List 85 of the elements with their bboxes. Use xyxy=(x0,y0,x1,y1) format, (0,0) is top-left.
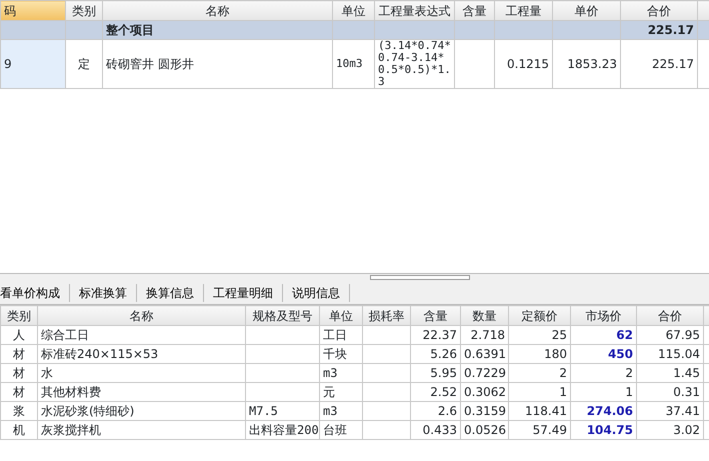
table-cell: 0.31 xyxy=(673,385,700,399)
table-cell: 浆 xyxy=(13,404,25,418)
tab[interactable]: 说明信息 xyxy=(283,284,350,302)
table-cell: 材 xyxy=(13,366,25,380)
column-header[interactable]: 合价 xyxy=(620,0,698,20)
table-cell: (3.14*0.74*0.74-3.14*0.5*0.5)*1.3 xyxy=(378,40,451,88)
table-cell: 水泥砂浆(特细砂) xyxy=(41,404,134,418)
table-cell: 千块 xyxy=(323,347,347,361)
column-header[interactable]: 规格及型号 xyxy=(246,306,320,326)
tab[interactable]: 标准换算 xyxy=(70,284,137,302)
table-cell: 0.3062 xyxy=(464,385,506,399)
column-header[interactable]: 含量 xyxy=(410,306,460,326)
column-header[interactable]: 单位 xyxy=(320,306,362,326)
column-header[interactable]: 名称 xyxy=(102,0,332,20)
table-cell: 37.41 xyxy=(666,404,700,418)
table-cell: m3 xyxy=(323,366,338,380)
table-cell: 2.52 xyxy=(430,385,457,399)
table-cell: 标准砖240×115×53 xyxy=(41,347,158,361)
table-cell: 其他材料费 xyxy=(41,385,101,399)
table-cell: 3.02 xyxy=(673,423,700,437)
column-header[interactable]: 合价 xyxy=(636,306,704,326)
column-header[interactable]: 码 xyxy=(0,0,66,20)
tab[interactable]: 看单价构成 xyxy=(0,284,70,302)
table-cell: m3 xyxy=(323,404,338,418)
table-cell: 274.06 xyxy=(586,404,633,418)
column-header[interactable]: 名称 xyxy=(38,306,246,326)
table-cell: 0.1215 xyxy=(507,57,549,71)
table-cell: 工日 xyxy=(323,328,347,342)
table-cell: 2.718 xyxy=(470,328,505,342)
column-header[interactable]: 单价 xyxy=(552,0,620,20)
table-cell: 104.75 xyxy=(586,423,633,437)
table-cell: 出料容量200 xyxy=(249,423,318,437)
table-cell: 砖砌窨井 圆形井 xyxy=(106,57,194,71)
tab[interactable]: 换算信息 xyxy=(137,284,204,302)
column-header[interactable]: 类别 xyxy=(0,306,38,326)
group-title: 整个项目 xyxy=(106,23,154,37)
table-cell: 2 xyxy=(625,366,633,380)
column-header[interactable]: 工程量 xyxy=(494,0,552,20)
table-cell: 9 xyxy=(4,57,12,71)
column-header[interactable]: 定额价 xyxy=(508,306,570,326)
column-header[interactable]: 单位 xyxy=(332,0,374,20)
table-cell: 1 xyxy=(559,385,567,399)
table-cell: M7.5 xyxy=(249,404,278,418)
table-cell: 定 xyxy=(78,57,90,71)
table-cell: 1853.23 xyxy=(567,57,617,71)
table-cell: 180 xyxy=(544,347,567,361)
column-header[interactable]: 数量 xyxy=(460,306,508,326)
table-cell: 0.3159 xyxy=(464,404,506,418)
column-header[interactable]: 工程量表达式 xyxy=(374,0,454,20)
table-cell: 2 xyxy=(559,366,567,380)
table-cell: 25 xyxy=(552,328,567,342)
table-cell: 台班 xyxy=(323,423,347,437)
table-cell: 0.7229 xyxy=(464,366,506,380)
column-header[interactable]: 损耗率 xyxy=(362,306,410,326)
table-cell: 22.37 xyxy=(422,328,457,342)
tab[interactable]: 工程量明细 xyxy=(204,284,283,302)
table-cell: 5.95 xyxy=(430,366,457,380)
table-cell: 115.04 xyxy=(658,347,700,361)
table-cell: 225.17 xyxy=(652,57,694,71)
splitter-handle[interactable] xyxy=(370,275,470,280)
table-cell: 118.41 xyxy=(525,404,567,418)
table-cell: 0.433 xyxy=(422,423,457,437)
table-cell: 机 xyxy=(13,423,25,437)
table-cell: 人 xyxy=(13,328,25,342)
column-header[interactable]: 含量 xyxy=(454,0,494,20)
table-cell: 元 xyxy=(323,385,335,399)
group-title: 225.17 xyxy=(648,23,694,37)
table-cell: 材 xyxy=(13,347,25,361)
table-cell: 综合工日 xyxy=(41,328,89,342)
column-header[interactable]: 市场价 xyxy=(570,306,636,326)
table-cell: 1 xyxy=(625,385,633,399)
table-cell: 材 xyxy=(13,385,25,399)
table-cell: 5.26 xyxy=(430,347,457,361)
table-cell: 450 xyxy=(608,347,633,361)
column-header[interactable]: 类别 xyxy=(66,0,102,20)
table-cell: 水 xyxy=(41,366,53,380)
table-cell: 0.6391 xyxy=(464,347,506,361)
table-cell: 10m3 xyxy=(336,57,362,70)
table-cell: 2.6 xyxy=(438,404,457,418)
table-cell: 1.45 xyxy=(673,366,700,380)
table-cell: 灰浆搅拌机 xyxy=(41,423,101,437)
table-cell: 62 xyxy=(616,328,633,342)
table-cell: 57.49 xyxy=(532,423,567,437)
table-cell: 67.95 xyxy=(666,328,700,342)
table-cell: 0.0526 xyxy=(464,423,506,437)
